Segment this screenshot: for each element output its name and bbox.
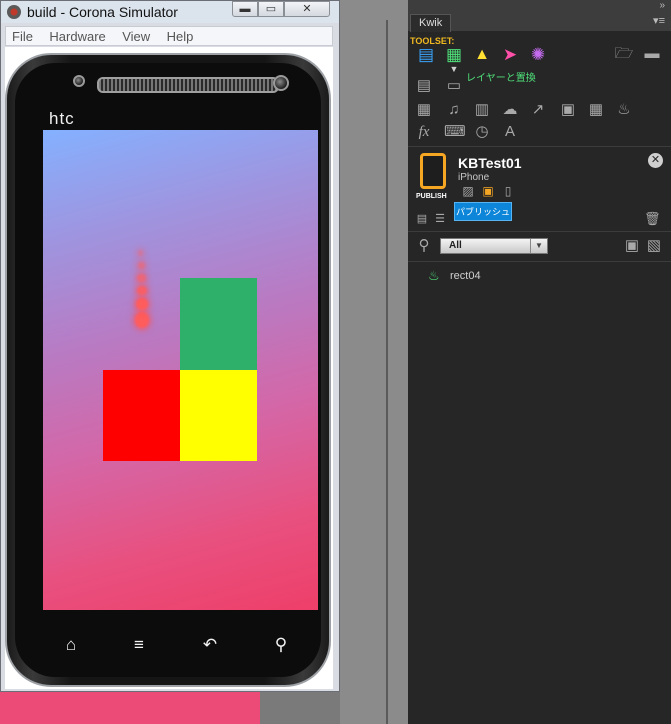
search-icon[interactable]: ⚲ bbox=[269, 633, 293, 657]
corona-simulator-window: build - Corona Simulator ▬ ▭ ✕ File Hard… bbox=[0, 0, 340, 692]
layer-filter-select[interactable]: All ▼ bbox=[440, 238, 548, 254]
menu-help[interactable]: Help bbox=[161, 27, 200, 44]
section-divider bbox=[408, 146, 671, 147]
background-window-edge bbox=[0, 690, 260, 724]
atom-icon[interactable]: ✺ bbox=[528, 45, 548, 65]
speaker-grille bbox=[97, 77, 279, 93]
collapse-icon[interactable]: » bbox=[659, 0, 665, 11]
menu-file[interactable]: File bbox=[6, 27, 39, 44]
clock-icon[interactable]: ◷ bbox=[472, 122, 492, 142]
filter-value: All bbox=[449, 240, 462, 251]
window-title: build - Corona Simulator bbox=[27, 4, 178, 20]
curve-icon[interactable]: ↗ bbox=[528, 100, 548, 120]
page-list-icon[interactable]: ▤ bbox=[414, 211, 430, 227]
comment-icon[interactable]: ▭ bbox=[444, 76, 464, 96]
pages-icon[interactable]: ▤ bbox=[416, 45, 436, 65]
toolset-tooltip: レイヤーと置換 bbox=[466, 73, 536, 84]
menu-view[interactable]: View bbox=[116, 27, 156, 44]
kwik-panel: Kwik » ▾≡ TOOLSET: ▤ ▦ ▲ ➤ ✺ ▼ レイヤーと置換 🗁… bbox=[408, 0, 671, 724]
panel-menu-icon[interactable]: ▾≡ bbox=[653, 14, 665, 27]
publish-tooltip: パブリッシュ bbox=[454, 202, 512, 221]
desktop-background bbox=[340, 0, 408, 724]
search-icon[interactable]: ⚲ bbox=[414, 236, 434, 256]
back-icon[interactable]: ↶ bbox=[198, 633, 222, 657]
menu-hardware[interactable]: Hardware bbox=[43, 27, 111, 44]
film-icon[interactable]: ▥ bbox=[472, 100, 492, 120]
cursor-icon[interactable]: ➤ bbox=[500, 45, 520, 65]
device-screen[interactable] bbox=[43, 130, 318, 610]
front-camera-icon bbox=[273, 75, 289, 91]
green-rect[interactable] bbox=[180, 278, 257, 370]
menu-icon[interactable]: ≡ bbox=[127, 633, 151, 657]
copy-icon[interactable]: ▯ bbox=[500, 183, 516, 199]
export-icon[interactable]: ▨ bbox=[460, 183, 476, 199]
title-bar[interactable]: build - Corona Simulator ▬ ▭ ✕ bbox=[1, 1, 339, 23]
flame-icon[interactable]: ♨ bbox=[614, 100, 634, 120]
fx-icon[interactable]: fx bbox=[414, 122, 434, 142]
panel-tabbar: Kwik » ▾≡ bbox=[408, 0, 671, 32]
add-layer-icon[interactable]: ▣ bbox=[622, 236, 642, 256]
section-divider-2 bbox=[408, 231, 671, 232]
home-icon[interactable]: ⌂ bbox=[59, 633, 83, 657]
corona-app-icon bbox=[7, 5, 21, 19]
folder-icon[interactable]: ▬ bbox=[642, 44, 662, 64]
music-icon[interactable]: ♫ bbox=[444, 100, 464, 120]
calculator-icon[interactable]: ▦ bbox=[586, 100, 606, 120]
duplicate-layer-icon[interactable]: ▧ bbox=[644, 236, 664, 256]
sensor-icon bbox=[73, 75, 85, 87]
phone-skin: htc ⌂ ≡ ↶ ⚲ bbox=[5, 53, 331, 687]
publish-label: PUBLISH bbox=[416, 193, 447, 200]
close-button[interactable]: ✕ bbox=[284, 1, 330, 17]
brand-logo: htc bbox=[49, 109, 75, 128]
text-block-icon[interactable]: ▤ bbox=[414, 76, 434, 96]
trash-icon[interactable]: 🗑 bbox=[644, 211, 661, 227]
tablet-icon bbox=[420, 153, 446, 189]
chevron-down-icon: ▼ bbox=[530, 239, 547, 253]
waveform-icon[interactable]: ▣ bbox=[558, 100, 578, 120]
project-device: iPhone bbox=[458, 172, 490, 183]
section-divider-3 bbox=[408, 261, 671, 262]
phone-bezel: htc ⌂ ≡ ↶ ⚲ bbox=[15, 63, 321, 677]
nav-keys: ⌂ ≡ ↶ ⚲ bbox=[43, 633, 318, 657]
desktop-divider bbox=[386, 20, 388, 724]
red-rect[interactable] bbox=[103, 370, 180, 461]
rocket-icon[interactable]: ▲ bbox=[472, 45, 492, 65]
publish-icon[interactable]: ▣ bbox=[480, 183, 496, 199]
open-folder-icon[interactable]: 🗁 bbox=[614, 44, 634, 64]
layer-name: rect04 bbox=[450, 270, 481, 282]
tab-kwik[interactable]: Kwik bbox=[410, 14, 452, 32]
cloud-icon[interactable]: ☁ bbox=[500, 100, 520, 120]
list-icon[interactable]: ☰ bbox=[432, 211, 448, 227]
maximize-button[interactable]: ▭ bbox=[258, 1, 284, 17]
menu-bar: File Hardware View Help bbox=[5, 26, 333, 46]
close-project-icon[interactable]: ✕ bbox=[648, 153, 663, 168]
project-name: KBTest01 bbox=[458, 155, 522, 171]
publish-tile[interactable]: PUBLISH bbox=[416, 153, 450, 201]
fire-icon: ♨ bbox=[428, 268, 440, 283]
particle-emitter bbox=[129, 230, 153, 340]
font-icon[interactable]: A bbox=[500, 122, 520, 142]
yellow-rect[interactable] bbox=[180, 370, 257, 461]
layers-icon[interactable]: ▦ bbox=[444, 45, 464, 65]
dropdown-arrow-icon[interactable]: ▼ bbox=[444, 64, 464, 74]
keyboard-icon[interactable]: ⌨ bbox=[444, 122, 466, 142]
minimize-button[interactable]: ▬ bbox=[232, 1, 258, 17]
grid-icon[interactable]: ▦ bbox=[414, 100, 434, 120]
